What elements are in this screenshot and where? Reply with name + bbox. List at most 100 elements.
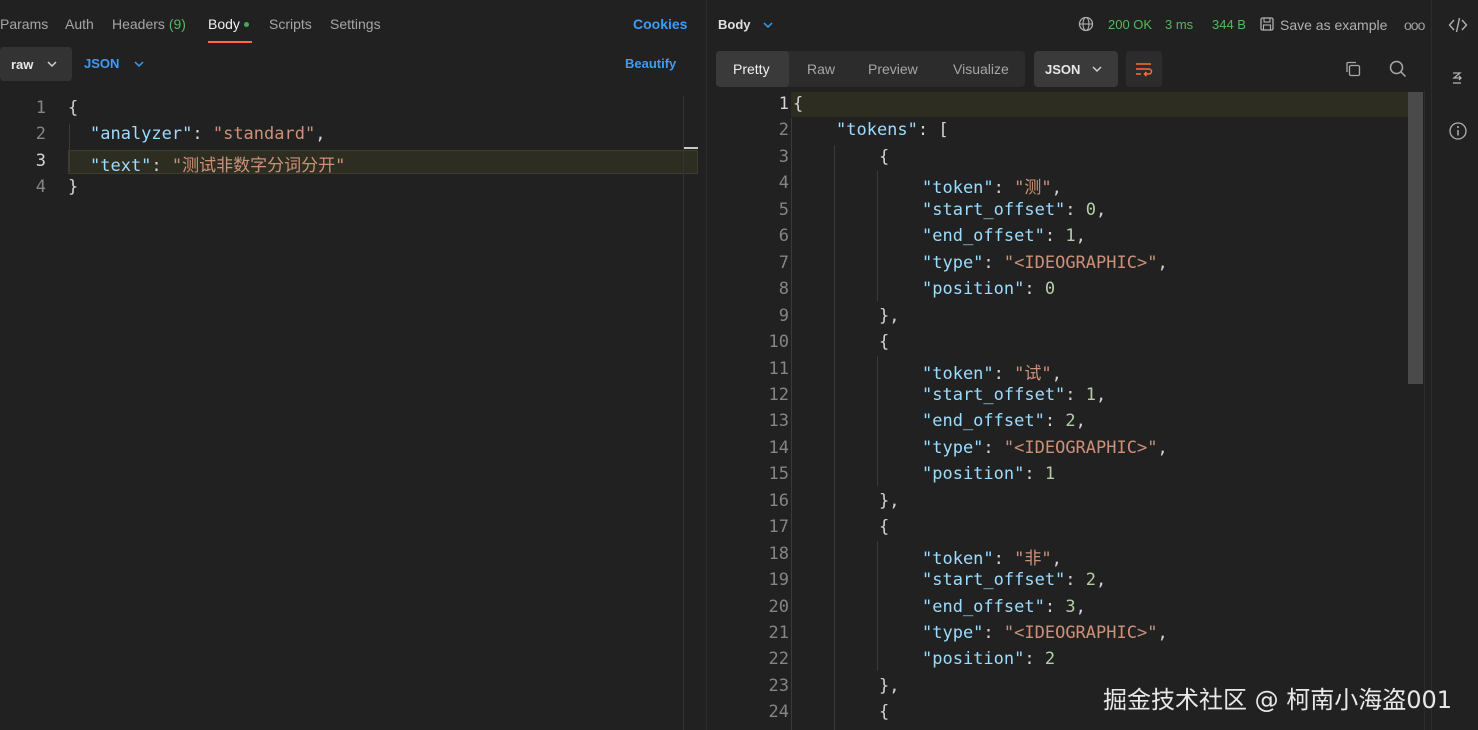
json-string-value: "测" — [1014, 178, 1052, 199]
json-punctuation: { — [793, 94, 804, 114]
json-key: "type" — [922, 623, 984, 643]
beautify-button[interactable]: Beautify — [625, 56, 676, 71]
line-number: 11 — [768, 358, 789, 379]
json-punctuation: , — [1075, 411, 1086, 432]
headers-count: (9) — [168, 16, 186, 32]
tab-visualize[interactable]: Visualize — [953, 61, 1009, 77]
line-number: 21 — [768, 623, 789, 643]
indent-guide — [877, 356, 878, 486]
tab-body[interactable]: Body — [208, 16, 249, 32]
chevron-down-icon[interactable] — [133, 58, 145, 70]
line-number: 3 — [35, 151, 46, 171]
response-format-label: JSON — [1045, 62, 1081, 77]
code-line: "text": "测试非数字分词分开" — [90, 151, 345, 176]
json-key: "token" — [922, 178, 994, 199]
wrap-lines-button[interactable] — [1126, 51, 1162, 87]
vertical-scrollbar[interactable] — [1408, 92, 1423, 384]
indent-guide — [877, 171, 878, 301]
code-line: }, — [879, 676, 899, 696]
json-punctuation: , — [1075, 596, 1086, 617]
line-number: 20 — [768, 596, 789, 617]
code-line: "analyzer": "standard", — [90, 124, 325, 144]
code-line: "position": 0 — [922, 279, 1055, 299]
code-line: "position": 1 — [922, 464, 1055, 484]
json-string-value: "测试非数字分词分开" — [171, 156, 346, 176]
line-number: 7 — [778, 252, 789, 273]
json-key: "start_offset" — [922, 199, 1066, 220]
code-line: { — [68, 98, 78, 118]
save-icon[interactable] — [1259, 16, 1275, 32]
tab-scripts[interactable]: Scripts — [269, 16, 312, 32]
tab-raw[interactable]: Raw — [807, 61, 835, 77]
globe-icon[interactable] — [1078, 16, 1094, 32]
scrollbar-track — [1424, 90, 1425, 730]
code-line: "type": "<IDEOGRAPHIC>", — [922, 253, 1168, 273]
json-punctuation: { — [879, 702, 890, 723]
search-icon[interactable] — [1388, 59, 1408, 79]
code-line: { — [879, 517, 889, 537]
code-line: "end_offset": 2, — [922, 411, 1086, 431]
copy-icon[interactable] — [1344, 60, 1362, 78]
json-punctuation: : — [1065, 384, 1086, 405]
watermark-text: 掘金技术社区 @ 柯南小海盗001 — [1103, 686, 1453, 714]
tab-settings[interactable]: Settings — [330, 16, 381, 32]
code-line: "token": "测", — [922, 173, 1062, 198]
json-number-value: 2 — [1085, 570, 1097, 591]
json-comma: , — [315, 124, 326, 144]
info-icon[interactable] — [1448, 121, 1468, 141]
json-punctuation: }, — [879, 675, 900, 696]
json-punctuation: : — [1024, 649, 1045, 670]
tab-preview[interactable]: Preview — [868, 61, 918, 77]
indent-guide — [69, 124, 70, 172]
line-number: 15 — [768, 464, 789, 485]
tab-pretty[interactable]: Pretty — [733, 61, 770, 77]
brace-open: { — [68, 98, 79, 118]
tab-headers[interactable]: Headers (9) — [112, 16, 186, 32]
chevron-down-icon[interactable] — [762, 19, 774, 31]
json-number-value: 0 — [1085, 199, 1097, 220]
line-number: 1 — [35, 98, 46, 118]
response-format-select[interactable]: JSON — [1034, 51, 1118, 87]
line-number: 2 — [778, 120, 789, 141]
json-punctuation: , — [1051, 363, 1062, 384]
body-format-select[interactable]: JSON — [84, 56, 119, 71]
chevron-down-icon — [47, 61, 57, 68]
body-mode-select[interactable]: raw — [0, 47, 72, 81]
code-line: { — [793, 94, 803, 114]
related-collections-icon[interactable] — [1450, 70, 1464, 86]
json-punctuation: : — [1024, 464, 1045, 485]
json-punctuation: , — [1096, 570, 1107, 591]
json-punctuation: : [ — [917, 120, 949, 141]
json-string-value: "<IDEOGRAPHIC>" — [1003, 252, 1158, 273]
json-key: "position" — [922, 649, 1025, 670]
json-number-value: 1 — [1065, 226, 1076, 247]
code-line: { — [879, 147, 889, 167]
tab-params[interactable]: Params — [0, 16, 48, 32]
cookies-link[interactable]: Cookies — [633, 16, 687, 32]
response-section-select[interactable]: Body — [718, 17, 751, 32]
json-number-value: 1 — [1044, 464, 1056, 485]
line-number: 3 — [778, 146, 789, 167]
json-key: "end_offset" — [922, 411, 1045, 432]
json-number-value: 2 — [1065, 411, 1076, 432]
json-string-value: "试" — [1014, 363, 1052, 384]
response-size[interactable]: 344 B — [1212, 17, 1246, 32]
line-number: 4 — [778, 173, 789, 194]
cursor-position-marker — [684, 147, 698, 149]
indent-guide — [834, 145, 835, 730]
more-options-icon[interactable]: ooo — [1404, 17, 1425, 33]
json-key: "position" — [922, 464, 1025, 485]
editor-scroll-gutter — [683, 96, 684, 730]
tab-auth[interactable]: Auth — [65, 16, 94, 32]
code-line: { — [879, 332, 889, 352]
body-mode-label: raw — [11, 57, 34, 72]
status-code[interactable]: 200 OK — [1108, 17, 1152, 32]
json-colon: : — [192, 124, 213, 144]
response-time[interactable]: 3 ms — [1165, 17, 1193, 32]
wrap-lines-icon — [1136, 63, 1153, 77]
save-as-example-button[interactable]: Save as example — [1280, 17, 1387, 33]
json-key: "token" — [922, 548, 994, 569]
code-snippet-icon[interactable] — [1448, 16, 1468, 34]
response-body-viewer[interactable]: 1{2 "tokens": [3{4 "token": "测", 5 "start_of… — [707, 90, 1431, 730]
code-line: "start_offset": 0, — [922, 200, 1106, 220]
